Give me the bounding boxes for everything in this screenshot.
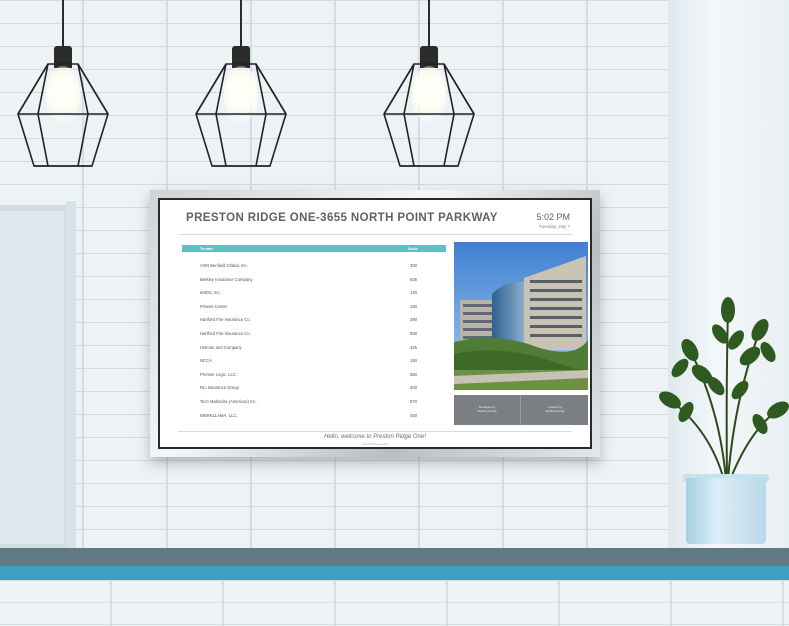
plant-pot	[686, 478, 766, 544]
tenant-suite: 635	[410, 276, 417, 282]
counter-front	[0, 580, 789, 626]
tenant-suite: 425	[410, 344, 417, 350]
scene: PRESTON RIDGE ONE-3655 NORTH POINT PARKW…	[0, 0, 789, 626]
tenant-suite: 650	[410, 371, 417, 377]
tenant-suite: 140	[410, 290, 417, 296]
tenant-row: Hartford Fire Insurance Co. 500	[182, 327, 446, 341]
directory-screen: PRESTON RIDGE ONE-3655 NORTH POINT PARKW…	[160, 200, 590, 447]
tv-frame: PRESTON RIDGE ONE-3655 NORTH POINT PARKW…	[150, 190, 600, 457]
tenant-name: Tech Mahindra (Americas) Inc.	[200, 398, 257, 404]
clock-time: 5:02 PM	[536, 212, 570, 222]
tenant-row: NCCA 150	[182, 354, 446, 368]
tenant-name: AON Benfield Global, Inc.	[200, 263, 248, 268]
tenant-row: Hartford Fire Insurance Co. 390	[182, 313, 446, 327]
tenant-suite: 390	[410, 317, 417, 323]
tenant-suite: 400	[410, 385, 417, 391]
panel-managed-text: Managed by Starling Realty	[477, 405, 497, 413]
tenant-name: WERKLLAMA, LLC.	[200, 412, 238, 418]
info-panel: Managed by Starling Realty Leased by Starl…	[454, 395, 588, 425]
tenant-suite: 300	[410, 263, 417, 268]
counter-edge	[0, 566, 789, 580]
tenant-row: Berkley Insurance Company 635	[182, 273, 446, 287]
building-title: PRESTON RIDGE ONE-3655 NORTH POINT PARKW…	[186, 212, 498, 224]
tenant-suite: 670	[410, 398, 417, 404]
tenant-row: Fitness Center 180	[182, 300, 446, 314]
pendant-lamp-icon	[8, 0, 118, 170]
door	[0, 201, 76, 556]
tenant-name: NCCA	[200, 358, 212, 364]
tenant-name: Premier Logic, LLC	[200, 371, 236, 377]
pendant-lamp-icon	[374, 0, 484, 170]
tenant-row: eMDS, Inc. 140	[182, 286, 446, 300]
tenant-row: AON Benfield Global, Inc. 300	[182, 259, 446, 273]
panel-managed: Managed by Starling Realty	[454, 395, 521, 425]
tenant-row: Premier Logic, LLC 650	[182, 368, 446, 382]
tenant-table-header: Tenant Suite	[182, 245, 446, 252]
tenant-list: AON Benfield Global, Inc. 300 Berkley Insu…	[182, 259, 446, 422]
tenant-suite: 150	[410, 358, 417, 364]
column-suite: Suite	[408, 246, 418, 251]
tenant-name: Holman and Company	[200, 344, 242, 350]
footer-url: www.TouchSource.com	[362, 443, 388, 446]
clock-date: Tuesday, July 7	[538, 224, 570, 229]
tenant-suite: 450	[410, 412, 417, 418]
tenant-suite: 500	[410, 330, 417, 336]
tenant-name: Berkley Insurance Company	[200, 276, 253, 282]
tenant-name: Fitness Center	[200, 303, 228, 309]
tenant-name: eMDS, Inc.	[200, 290, 221, 296]
tenant-row: RLI Insurance Group 400	[182, 381, 446, 395]
tenant-name: Hartford Fire Insurance Co.	[200, 317, 251, 323]
tenant-row: Holman and Company 425	[182, 341, 446, 355]
tenant-suite: 180	[410, 303, 417, 309]
counter-top	[0, 548, 789, 568]
panel-leased-text: Leased by Starling Realty	[545, 405, 565, 413]
tenant-name: Hartford Fire Insurance Co.	[200, 330, 251, 336]
tenant-row: WERKLLAMA, LLC. 450	[182, 409, 446, 423]
column-tenant: Tenant	[200, 246, 213, 251]
building-photo	[454, 242, 588, 390]
pendant-lamp-icon	[186, 0, 296, 170]
panel-leased: Leased by Starling Realty	[522, 395, 588, 425]
plant-icon	[650, 290, 789, 560]
welcome-message: Hello, welcome to Preston Ridge One!	[324, 434, 426, 440]
tenant-name: RLI Insurance Group	[200, 385, 239, 391]
tenant-row: Tech Mahindra (Americas) Inc. 670	[182, 395, 446, 409]
